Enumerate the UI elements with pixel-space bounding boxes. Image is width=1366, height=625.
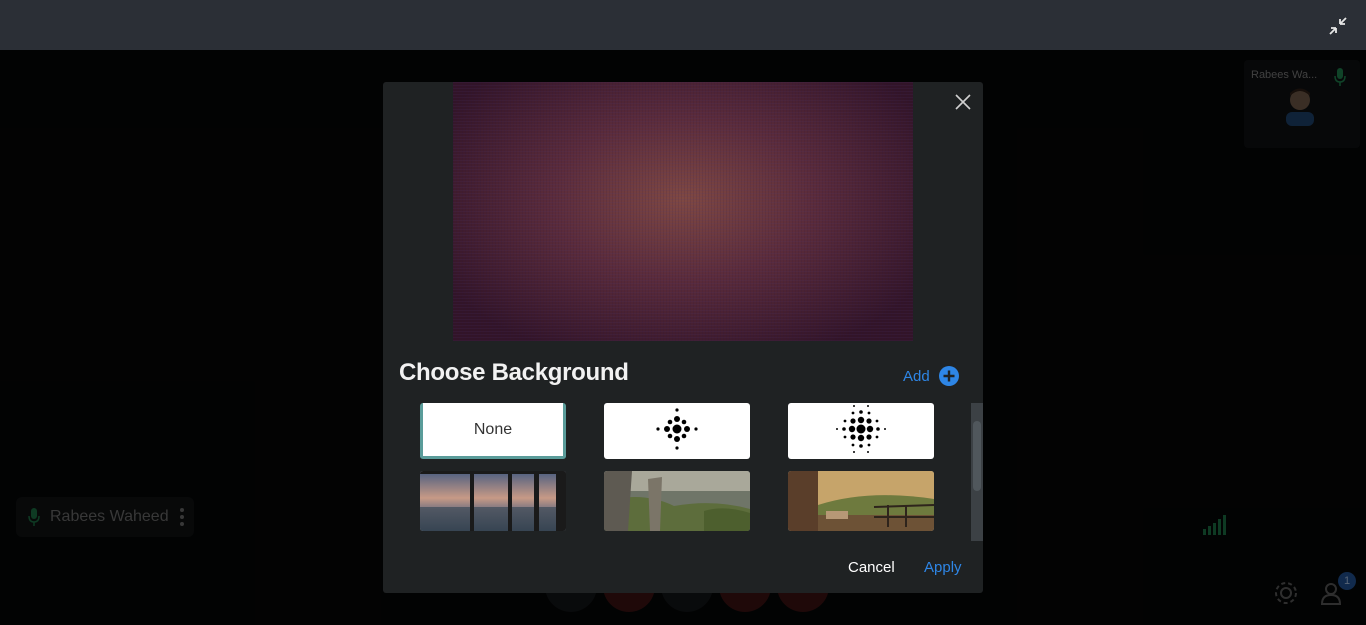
add-background-button[interactable]: Add	[903, 365, 960, 387]
background-city-window-option[interactable]	[420, 471, 566, 531]
background-rock-forest-option[interactable]	[604, 471, 750, 531]
close-icon[interactable]	[955, 94, 971, 110]
background-blur-light-option[interactable]	[604, 403, 750, 459]
exit-fullscreen-icon[interactable]	[1326, 14, 1350, 38]
add-label: Add	[903, 367, 930, 385]
balcony-forest-image	[788, 471, 934, 531]
city-window-image	[420, 471, 566, 531]
background-balcony-forest-option[interactable]	[788, 471, 934, 531]
choose-background-dialog: Choose Background Add None Cancel Apply	[383, 82, 983, 593]
background-none-option[interactable]: None	[420, 403, 566, 459]
plus-circle-icon	[938, 366, 959, 386]
background-list-scrollbar[interactable]	[971, 403, 983, 541]
scrollbar-thumb[interactable]	[973, 421, 981, 491]
apply-button[interactable]: Apply	[924, 559, 962, 576]
background-none-label: None	[473, 420, 513, 438]
rock-forest-image	[604, 471, 750, 531]
background-blur-strong-option[interactable]	[788, 403, 934, 459]
top-bar	[0, 0, 1366, 50]
blur-strong-icon	[836, 405, 886, 453]
dialog-title: Choose Background	[399, 359, 629, 386]
background-options-grid: None	[420, 403, 970, 531]
cancel-button[interactable]: Cancel	[848, 559, 895, 576]
blur-light-icon	[656, 408, 698, 450]
camera-preview	[453, 82, 913, 341]
